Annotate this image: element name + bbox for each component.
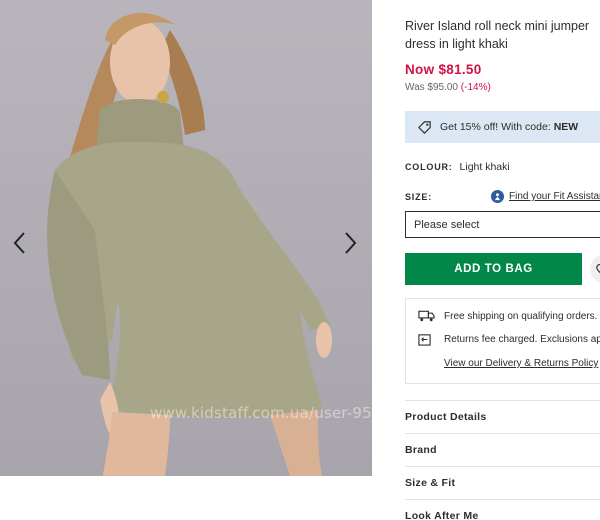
previous-image-button[interactable] bbox=[6, 228, 32, 258]
heart-icon bbox=[596, 263, 600, 274]
truck-icon bbox=[418, 310, 436, 322]
colour-info: COLOUR: Light khaki bbox=[405, 161, 510, 173]
accordion-size-fit[interactable]: Size & Fit bbox=[405, 466, 600, 499]
accordion-brand[interactable]: Brand bbox=[405, 433, 600, 466]
fit-assistant-icon bbox=[491, 190, 504, 203]
size-select[interactable]: Please select bbox=[405, 211, 600, 238]
previous-price: Was $95.00 (-14%) bbox=[405, 82, 491, 93]
shipping-row: Free shipping on qualifying orders. bbox=[418, 310, 597, 322]
fit-assistant-link[interactable]: Find your Fit Assistant bbox=[491, 190, 600, 203]
fit-assistant-text[interactable]: Find your Fit Assistant bbox=[509, 191, 600, 202]
watermark-text: www.kidstaff.com.ua/user-95982.html bbox=[150, 404, 372, 422]
colour-value: Light khaki bbox=[459, 161, 510, 173]
delivery-policy-link[interactable]: View our Delivery & Returns Policy bbox=[444, 358, 598, 369]
product-title: River Island roll neck mini jumper dress… bbox=[405, 19, 590, 51]
product-image-gallery: www.kidstaff.com.ua/user-95982.html bbox=[0, 0, 372, 476]
discount-percent: (-14%) bbox=[460, 82, 491, 93]
promo-banner[interactable]: Get 15% off! With code: NEW bbox=[405, 111, 600, 143]
accordion-look-after-me[interactable]: Look After Me bbox=[405, 499, 600, 520]
colour-label: COLOUR: bbox=[405, 162, 453, 172]
chevron-left-icon bbox=[13, 232, 25, 254]
size-label: SIZE: bbox=[405, 192, 433, 202]
promo-code: NEW bbox=[553, 121, 579, 133]
tag-icon bbox=[417, 120, 432, 135]
returns-row: Returns fee charged. Exclusions apply bbox=[418, 333, 600, 346]
save-for-later-button[interactable] bbox=[590, 253, 600, 285]
shipping-text: Free shipping on qualifying orders. bbox=[444, 310, 598, 322]
was-price-text: Was $95.00 bbox=[405, 82, 458, 93]
returns-icon bbox=[418, 333, 436, 346]
promo-text: Get 15% off! With code: bbox=[440, 121, 551, 133]
current-price: Now $81.50 bbox=[405, 62, 482, 77]
add-to-bag-button[interactable]: ADD TO BAG bbox=[405, 253, 582, 285]
delivery-info-box: Free shipping on qualifying orders. Retu… bbox=[405, 298, 600, 384]
returns-text: Returns fee charged. Exclusions apply bbox=[444, 334, 600, 345]
accordion-product-details[interactable]: Product Details bbox=[405, 400, 600, 433]
chevron-right-icon bbox=[345, 232, 357, 254]
next-image-button[interactable] bbox=[338, 228, 364, 258]
